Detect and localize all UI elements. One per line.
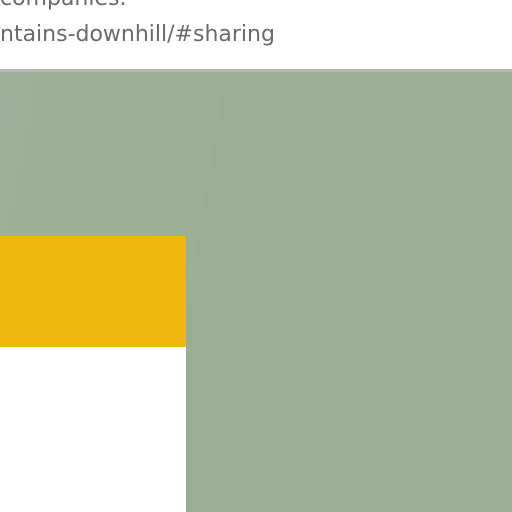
preview-card[interactable] [0, 236, 186, 512]
card-accent-header [0, 236, 186, 347]
card-body [0, 347, 186, 512]
url-text: ntains-downhill/#sharing [0, 22, 275, 47]
partial-text-line: companies. [0, 0, 126, 10]
browser-text-strip: companies. ntains-downhill/#sharing [0, 0, 512, 72]
screen: companies. ntains-downhill/#sharing [0, 0, 512, 512]
